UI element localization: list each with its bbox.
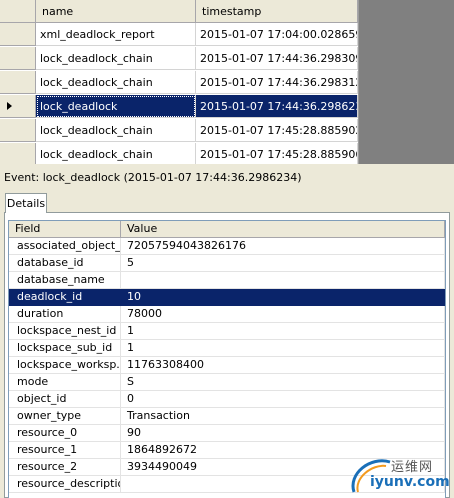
event-name-cell: lock_deadlock_chain	[36, 71, 196, 94]
row-selector[interactable]	[0, 23, 36, 46]
field-cell: owner_type	[9, 408, 121, 425]
value-cell: 1	[121, 323, 445, 340]
table-row[interactable]: lock_deadlock_chain 2015-01-07 17:44:36.…	[0, 71, 358, 95]
table-row[interactable]: owner_type Transaction	[9, 408, 445, 425]
table-row-selected[interactable]: lock_deadlock 2015-01-07 17:44:36.298623…	[0, 95, 358, 119]
value-cell: 11763308400	[121, 357, 445, 374]
field-cell: mode	[9, 374, 121, 391]
field-cell: resource_1	[9, 442, 121, 459]
event-title: Event: lock_deadlock (2015-01-07 17:44:3…	[4, 171, 302, 184]
event-list-grid[interactable]: name timestamp xml_deadlock_report 2015-…	[0, 0, 359, 164]
table-row[interactable]: duration 78000	[9, 306, 445, 323]
event-name-cell: xml_deadlock_report	[36, 23, 196, 46]
table-row[interactable]: lock_deadlock_chain 2015-01-07 17:45:28.…	[0, 119, 358, 143]
row-selector[interactable]	[0, 47, 36, 70]
value-cell: 72057594043826176	[121, 238, 445, 255]
field-cell: lockspace_sub_id	[9, 340, 121, 357]
event-timestamp-cell: 2015-01-07 17:04:00.0286596	[196, 23, 358, 46]
column-header-value[interactable]: Value	[121, 221, 445, 238]
row-selector[interactable]	[0, 143, 36, 164]
field-cell: lockspace_worksp...	[9, 357, 121, 374]
table-row[interactable]: object_id 0	[9, 391, 445, 408]
field-cell: associated_object_id	[9, 238, 121, 255]
value-cell: S	[121, 374, 445, 391]
field-cell: deadlock_id	[9, 289, 121, 306]
event-name-cell: lock_deadlock_chain	[36, 143, 196, 164]
table-row[interactable]: associated_object_id 72057594043826176	[9, 238, 445, 255]
table-row[interactable]: lock_deadlock_chain 2015-01-07 17:45:28.…	[0, 143, 358, 164]
table-row[interactable]: lock_deadlock_chain 2015-01-07 17:44:36.…	[0, 47, 358, 71]
row-selector[interactable]	[0, 119, 36, 142]
column-header-name[interactable]: name	[36, 0, 196, 23]
field-cell: database_id	[9, 255, 121, 272]
event-timestamp-cell: 2015-01-07 17:45:28.8859066	[196, 143, 358, 164]
watermark-url: iyunv.com	[370, 474, 450, 490]
event-name-cell: lock_deadlock_chain	[36, 47, 196, 70]
row-selector[interactable]	[0, 95, 36, 118]
value-cell: 1	[121, 340, 445, 357]
row-selector-header	[0, 0, 36, 23]
value-cell: 78000	[121, 306, 445, 323]
watermark-text: 运维网	[391, 460, 434, 475]
table-row[interactable]: lockspace_nest_id 1	[9, 323, 445, 340]
field-cell: resource_2	[9, 459, 121, 476]
details-header: Field Value	[9, 221, 445, 238]
field-cell: duration	[9, 306, 121, 323]
field-cell: resource_0	[9, 425, 121, 442]
row-selector[interactable]	[0, 71, 36, 94]
value-cell: 10	[121, 289, 445, 306]
field-cell: lockspace_nest_id	[9, 323, 121, 340]
event-timestamp-cell: 2015-01-07 17:44:36.2983092	[196, 47, 358, 70]
table-row-selected[interactable]: deadlock_id 10	[9, 289, 445, 306]
value-cell: 5	[121, 255, 445, 272]
event-list-header: name timestamp	[0, 0, 358, 24]
table-row[interactable]: resource_0 90	[9, 425, 445, 442]
table-row[interactable]: database_id 5	[9, 255, 445, 272]
tab-details[interactable]: Details	[5, 193, 47, 213]
event-timestamp-cell: 2015-01-07 17:44:36.2986234	[196, 95, 358, 118]
current-row-arrow-icon	[7, 102, 12, 110]
table-row[interactable]: lockspace_sub_id 1	[9, 340, 445, 357]
event-timestamp-cell: 2015-01-07 17:45:28.8859024	[196, 119, 358, 142]
field-cell: object_id	[9, 391, 121, 408]
value-cell	[121, 272, 445, 289]
value-cell: 0	[121, 391, 445, 408]
field-cell: resource_description	[9, 476, 121, 493]
event-name-cell: lock_deadlock	[36, 95, 196, 118]
column-header-timestamp[interactable]: timestamp	[196, 0, 358, 23]
column-header-field[interactable]: Field	[9, 221, 121, 238]
value-cell: Transaction	[121, 408, 445, 425]
event-name-cell: lock_deadlock_chain	[36, 119, 196, 142]
table-row[interactable]: database_name	[9, 272, 445, 289]
table-row[interactable]: xml_deadlock_report 2015-01-07 17:04:00.…	[0, 23, 358, 47]
table-row[interactable]: mode S	[9, 374, 445, 391]
event-timestamp-cell: 2015-01-07 17:44:36.2983124	[196, 71, 358, 94]
grid-empty-area	[359, 0, 454, 164]
field-cell: database_name	[9, 272, 121, 289]
table-row[interactable]: lockspace_worksp... 11763308400	[9, 357, 445, 374]
value-cell: 90	[121, 425, 445, 442]
